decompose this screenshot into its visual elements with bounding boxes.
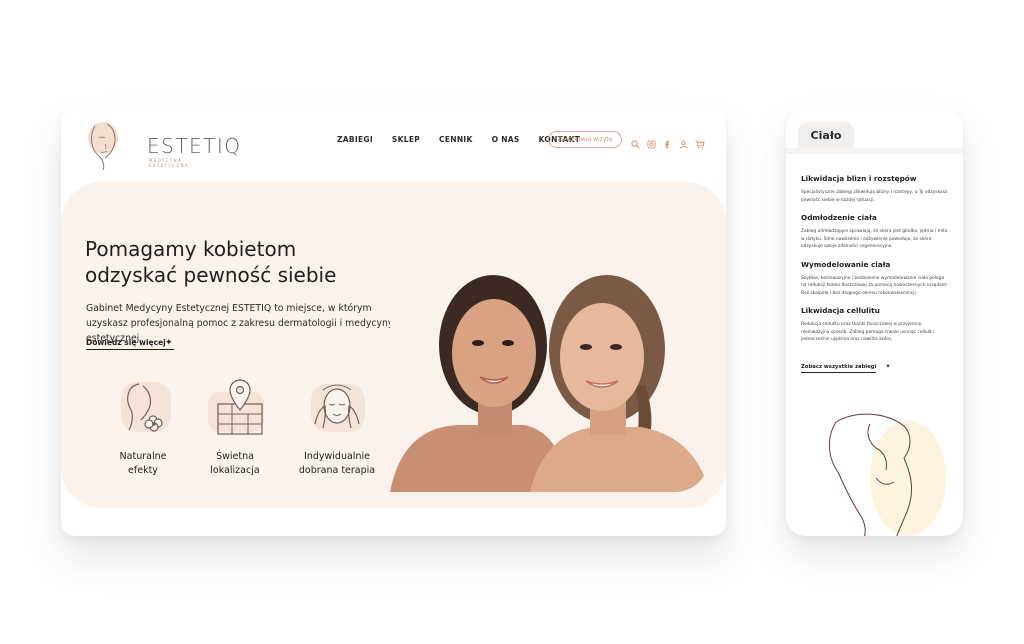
cart-icon[interactable]: [695, 134, 705, 149]
hero-photo-image: [390, 265, 709, 492]
feature-label-line2: lokalizacja: [210, 465, 260, 476]
feature-label: Naturalne efekty: [93, 450, 193, 478]
nav-item-cennik[interactable]: CENNIK: [439, 135, 473, 144]
feature-label-line1: Świetna: [216, 451, 254, 462]
sparkle-icon: ✦: [165, 338, 173, 348]
feature-label-line2: dobrana terapia: [298, 465, 376, 476]
hero-title: Pomagamy kobietom odzyskać pewność siebi…: [85, 236, 385, 288]
section-text: Redukcja cellulitu oraz tkanki tłuszczow…: [801, 322, 935, 342]
hero-photo: [390, 265, 709, 492]
book-visit-button[interactable]: Zarezerwuj wizytę: [548, 131, 622, 148]
face-massage-icon: [311, 384, 365, 432]
mobile-mockup: Ciało Likwidacja blizn i rozstępów Specj…: [786, 108, 963, 536]
section-text: Specjalistyczne zabiegi zlikwidują blizn…: [801, 190, 948, 203]
feature-natural-effects: Naturalne efekty: [93, 378, 193, 478]
brand-tagline: MEDYCYNA ESTETYCZNA: [149, 158, 189, 168]
body-line-illustration: [829, 413, 946, 536]
feature-label-line1: Naturalne: [119, 451, 167, 462]
section-title: Likwidacja blizn i rozstępów: [801, 174, 917, 183]
instagram-icon[interactable]: [647, 134, 656, 149]
tab-cialo[interactable]: Ciało: [798, 122, 854, 148]
hero-title-line2: odzyskać pewność siebie: [85, 263, 337, 287]
section-title: Odmłodzenie ciała: [801, 213, 877, 222]
logo[interactable]: ESTETIQ MEDYCYNA ESTETYCZNA: [85, 118, 240, 170]
woman-flower-icon: [121, 382, 171, 432]
feature-individual-therapy: Indywidualnie dobrana terapia: [287, 378, 387, 478]
search-icon[interactable]: [631, 134, 640, 149]
header-icons: [631, 134, 705, 149]
logo-face-icon: [88, 122, 118, 170]
section-title: Wymodelowanie ciała: [801, 259, 891, 269]
section-title: Likwidacja cellulitu: [801, 306, 880, 315]
see-all-treatments-link[interactable]: Zobacz wszystkie zabiegi: [801, 364, 877, 373]
section-text: Szybkie, bezinwazyjne i bezbolesne wymod…: [801, 275, 949, 296]
feature-label-line2: efekty: [128, 465, 158, 476]
section-text: Zabieg odmładzające sprawiają, że skóra …: [801, 229, 948, 249]
desktop-mockup: ESTETIQ MEDYCYNA ESTETYCZNA ZABIEGI SKLE…: [61, 108, 726, 536]
brand-name: ESTETIQ: [147, 134, 242, 158]
feature-label: Indywidualnie dobrana terapia: [287, 450, 387, 478]
feature-label: Świetna lokalizacja: [185, 450, 285, 478]
feature-great-location: Świetna lokalizacja: [185, 378, 285, 478]
hero-title-line1: Pomagamy kobietom: [85, 237, 297, 261]
facebook-icon[interactable]: [663, 134, 672, 149]
nav-item-zabiegi[interactable]: ZABIEGI: [337, 135, 373, 144]
nav-item-o-nas[interactable]: O NAS: [492, 135, 520, 144]
mobile-content: Likwidacja blizn i rozstępów Specjalisty…: [801, 174, 951, 373]
sparkle-icon: ✦: [885, 362, 891, 370]
feature-label-line1: Indywidualnie: [304, 451, 370, 462]
map-pin-icon: [208, 379, 264, 435]
nav-item-sklep[interactable]: SKLEP: [392, 135, 420, 144]
tab-bar: [786, 148, 963, 154]
learn-more-link[interactable]: Dowiedz się więcej: [86, 338, 174, 350]
user-icon[interactable]: [679, 134, 688, 149]
